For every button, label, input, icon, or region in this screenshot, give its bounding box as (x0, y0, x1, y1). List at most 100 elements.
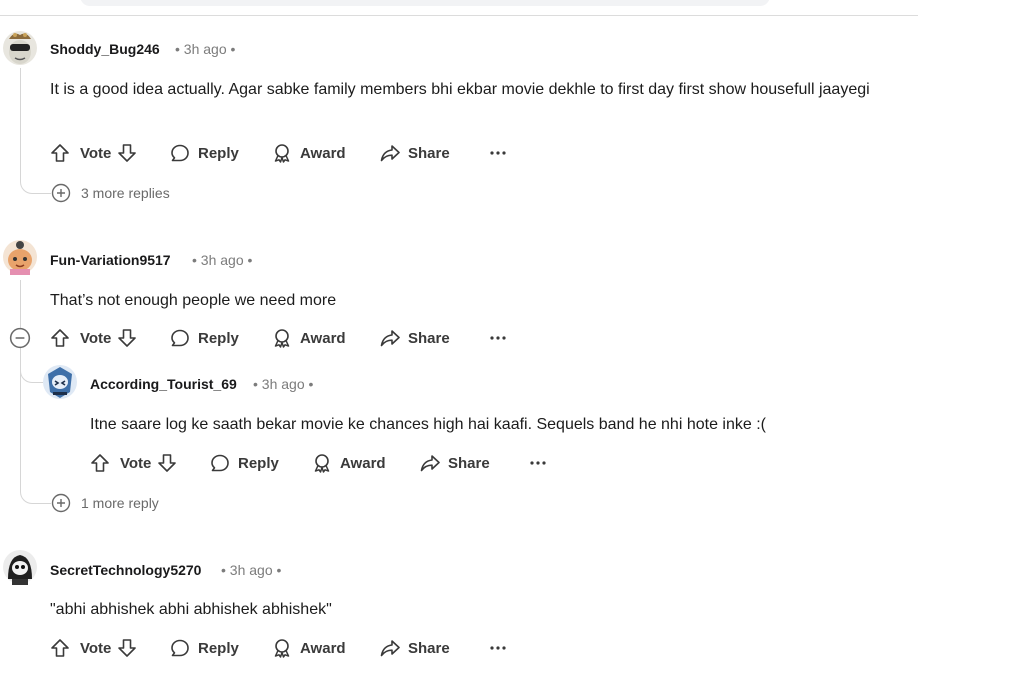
comment-text: Itne saare log ke saath bekar movie ke c… (90, 416, 766, 433)
share-label: Share (408, 329, 450, 347)
avatar[interactable] (42, 364, 78, 400)
share-arrow-icon (380, 328, 400, 348)
share-label: Share (448, 454, 490, 472)
reply-bubble-icon (170, 328, 190, 348)
reply-button[interactable]: Reply (210, 451, 312, 475)
share-arrow-icon (380, 638, 400, 658)
comment-meta: • 3h ago • (192, 252, 252, 268)
downvote-icon[interactable] (117, 328, 137, 348)
award-button[interactable]: Award (272, 326, 380, 350)
award-label: Award (300, 144, 346, 162)
award-icon (272, 143, 292, 163)
meta-separator: • (308, 376, 314, 392)
thread-line (20, 280, 21, 328)
share-button[interactable]: Share (380, 636, 486, 660)
meta-separator: • (247, 252, 253, 268)
comment-meta: • 3h ago • (175, 41, 235, 57)
reply-label: Reply (198, 329, 239, 347)
downvote-icon[interactable] (117, 638, 137, 658)
timestamp[interactable]: 3h ago (184, 41, 227, 57)
award-icon (272, 328, 292, 348)
more-options-button[interactable] (526, 451, 550, 475)
vote-group: Vote (90, 451, 210, 475)
downvote-icon[interactable] (157, 453, 177, 473)
username[interactable]: Shoddy_Bug246 (50, 41, 160, 57)
avatar[interactable] (2, 549, 38, 585)
timestamp[interactable]: 3h ago (201, 252, 244, 268)
thread-elbow (20, 484, 51, 504)
comment-actions: Vote Reply Award Share (50, 326, 510, 350)
meta-separator: • (175, 41, 180, 57)
username[interactable]: According_Tourist_69 (90, 376, 237, 392)
more-dots-icon (488, 328, 508, 348)
more-options-button[interactable] (486, 636, 510, 660)
avatar[interactable] (2, 30, 38, 66)
timestamp[interactable]: 3h ago (230, 562, 273, 578)
reply-label: Reply (198, 639, 239, 657)
username[interactable]: Fun-Variation9517 (50, 252, 171, 268)
more-replies-link[interactable]: 1 more reply (51, 493, 159, 513)
upvote-icon[interactable] (50, 328, 70, 348)
meta-separator: • (192, 252, 197, 268)
collapse-thread-button[interactable] (9, 327, 31, 354)
reply-button[interactable]: Reply (170, 636, 272, 660)
thread-line (20, 68, 21, 176)
upvote-icon[interactable] (90, 453, 110, 473)
award-icon (272, 638, 292, 658)
comment-meta: • 3h ago • (253, 376, 313, 392)
vote-label: Vote (80, 329, 112, 347)
vote-label: Vote (120, 454, 152, 472)
more-dots-icon (488, 638, 508, 658)
upvote-icon[interactable] (50, 638, 70, 658)
vote-group: Vote (50, 141, 170, 165)
award-label: Award (300, 329, 346, 347)
minus-circle-icon (9, 327, 31, 349)
meta-separator: • (230, 41, 236, 57)
upvote-icon[interactable] (50, 143, 70, 163)
vote-label: Vote (80, 639, 112, 657)
comment-actions: Vote Reply Award Share (50, 141, 510, 165)
comment-meta: • 3h ago • (221, 562, 281, 578)
comment-text: That’s not enough people we need more (50, 292, 337, 309)
more-replies-label: 1 more reply (81, 495, 159, 511)
award-icon (312, 453, 332, 473)
reply-elbow (20, 356, 43, 383)
reply-label: Reply (238, 454, 279, 472)
share-button[interactable]: Share (420, 451, 526, 475)
award-button[interactable]: Award (312, 451, 420, 475)
more-replies-link[interactable]: 3 more replies (51, 183, 170, 203)
meta-separator: • (221, 562, 226, 578)
more-dots-icon (528, 453, 548, 473)
top-divider (0, 15, 918, 16)
vote-label: Vote (80, 144, 112, 162)
username[interactable]: SecretTechnology5270 (50, 562, 201, 578)
share-label: Share (408, 144, 450, 162)
share-button[interactable]: Share (380, 141, 486, 165)
award-label: Award (300, 639, 346, 657)
plus-circle-icon (51, 183, 71, 203)
avatar[interactable] (2, 239, 38, 275)
reply-bubble-icon (170, 143, 190, 163)
reply-button[interactable]: Reply (170, 141, 272, 165)
plus-circle-icon (51, 493, 71, 513)
downvote-icon[interactable] (117, 143, 137, 163)
more-dots-icon (488, 143, 508, 163)
more-options-button[interactable] (486, 141, 510, 165)
share-button[interactable]: Share (380, 326, 486, 350)
award-button[interactable]: Award (272, 141, 380, 165)
reply-bubble-icon (210, 453, 230, 473)
meta-separator: • (253, 376, 258, 392)
more-options-button[interactable] (486, 326, 510, 350)
comment-text: It is a good idea actually. Agar sabke f… (50, 81, 870, 98)
award-label: Award (340, 454, 386, 472)
search-bar-edge (80, 0, 770, 6)
vote-group: Vote (50, 636, 170, 660)
timestamp[interactable]: 3h ago (262, 376, 305, 392)
share-arrow-icon (420, 453, 440, 473)
reply-label: Reply (198, 144, 239, 162)
reply-button[interactable]: Reply (170, 326, 272, 350)
thread-elbow (20, 176, 51, 194)
reply-bubble-icon (170, 638, 190, 658)
award-button[interactable]: Award (272, 636, 380, 660)
meta-separator: • (276, 562, 282, 578)
